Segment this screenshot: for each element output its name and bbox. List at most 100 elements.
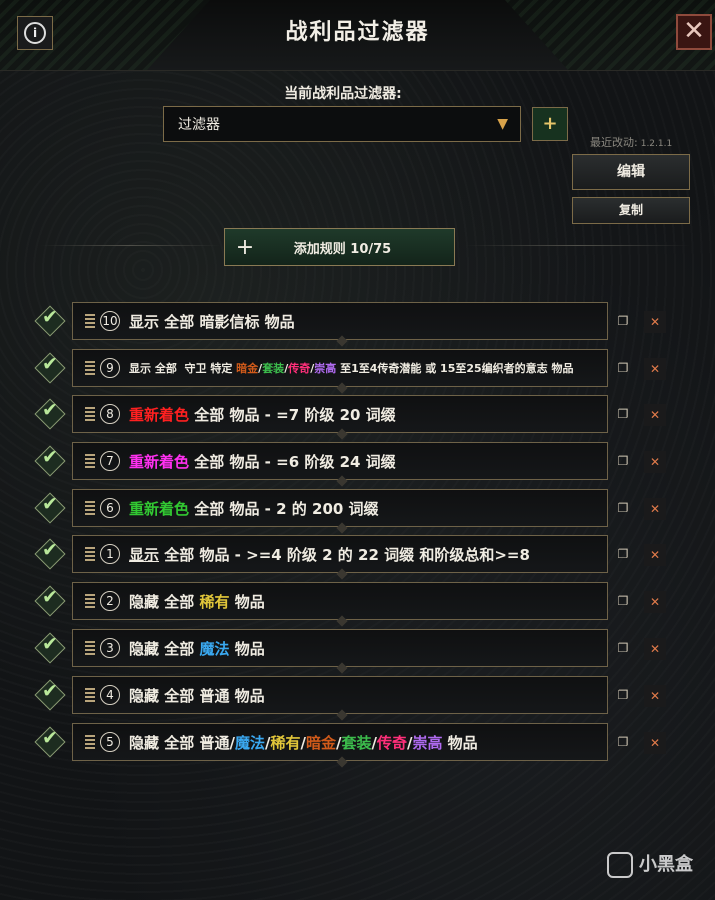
add-rule-button[interactable]: + 添加规则 10/75 <box>224 228 455 266</box>
copy-rule-icon[interactable]: ❐ <box>613 404 633 424</box>
rule-row: ✔ 3 隐藏 全部 魔法 物品 ❐ ✕ <box>0 629 715 667</box>
rule-enabled-checkbox[interactable]: ✔ <box>34 305 66 337</box>
rule-text-segment: 魔法 <box>234 733 265 752</box>
rule-text-segment: 魔法 <box>199 639 230 658</box>
rule-enabled-checkbox[interactable]: ✔ <box>34 726 66 758</box>
rule-enabled-checkbox[interactable]: ✔ <box>34 445 66 477</box>
copy-rule-icon[interactable]: ❐ <box>613 451 633 471</box>
rule-text-segment: 隐藏 全部 <box>129 592 200 611</box>
rule-description: 显示 全部 物品 - >=4 阶级 2 的 22 词缀 和阶级总和>=8 <box>129 544 530 565</box>
checkmark-icon: ✔ <box>42 586 58 608</box>
last-modified-label: 最近改动: <box>590 136 638 149</box>
copy-rule-icon[interactable]: ❐ <box>613 311 633 331</box>
version-text: 1.2.1.1 <box>640 139 673 149</box>
rule-bar[interactable]: 1 显示 全部 物品 - >=4 阶级 2 的 22 词缀 和阶级总和>=8 <box>72 535 608 573</box>
delete-rule-icon[interactable]: ✕ <box>644 311 666 333</box>
copy-rule-icon[interactable]: ❐ <box>613 544 633 564</box>
close-button[interactable]: ✕ <box>676 14 712 50</box>
drag-handle-icon[interactable] <box>85 407 95 421</box>
drag-handle-icon[interactable] <box>85 361 95 375</box>
delete-rule-icon[interactable]: ✕ <box>644 451 666 473</box>
rule-enabled-checkbox[interactable]: ✔ <box>34 538 66 570</box>
rule-description: 隐藏 全部 魔法 物品 <box>129 638 265 659</box>
rule-bar[interactable]: 3 隐藏 全部 魔法 物品 <box>72 629 608 667</box>
delete-rule-icon[interactable]: ✕ <box>644 638 666 660</box>
rule-priority-number: 10 <box>100 311 120 331</box>
rule-text-segment: 全部 物品 - =6 阶级 24 词缀 <box>189 452 396 471</box>
rule-text-segment: 物品 <box>229 592 265 611</box>
rule-text-segment: 套装 <box>262 362 285 375</box>
rule-text-segment: 全部 物品 - >=4 阶级 2 的 22 词缀 和阶级总和>=8 <box>159 545 530 564</box>
filter-select[interactable]: 过滤器 ▼ <box>163 106 521 142</box>
rule-bar[interactable]: 8 重新着色 全部 物品 - =7 阶级 20 词缀 <box>72 395 608 433</box>
delete-rule-icon[interactable]: ✕ <box>644 404 666 426</box>
drag-handle-icon[interactable] <box>85 641 95 655</box>
rule-enabled-checkbox[interactable]: ✔ <box>34 492 66 524</box>
rule-description: 隐藏 全部 普通/魔法/稀有/暗金/套装/传奇/崇高 物品 <box>129 732 478 753</box>
checkmark-icon: ✔ <box>42 680 58 702</box>
copy-rule-icon[interactable]: ❐ <box>613 498 633 518</box>
copy-rule-icon[interactable]: ❐ <box>613 685 633 705</box>
rule-row: ✔ 6 重新着色 全部 物品 - 2 的 200 词缀 ❐ ✕ <box>0 489 715 527</box>
add-rule-label: 添加规则 10/75 <box>293 241 392 257</box>
drag-handle-icon[interactable] <box>85 688 95 702</box>
rule-row: ✔ 4 隐藏 全部 普通 物品 ❐ ✕ <box>0 676 715 714</box>
rule-text-segment: 重新着色 <box>129 405 190 424</box>
rule-bar[interactable]: 7 重新着色 全部 物品 - =6 阶级 24 词缀 <box>72 442 608 480</box>
rule-text-segment: 显示 全部 暗影信标 物品 <box>129 312 295 331</box>
info-button[interactable]: i <box>17 16 53 50</box>
rule-text-segment: 显示 全部 守卫 特定 <box>129 362 237 375</box>
rule-priority-number: 2 <box>100 591 120 611</box>
copy-rule-icon[interactable]: ❐ <box>613 358 633 378</box>
rule-row: ✔ 7 重新着色 全部 物品 - =6 阶级 24 词缀 ❐ ✕ <box>0 442 715 480</box>
delete-rule-icon[interactable]: ✕ <box>644 732 666 754</box>
current-filter-label: 当前战利品过滤器: <box>284 86 402 102</box>
rule-text-segment: 稀有 <box>199 592 230 611</box>
rule-enabled-checkbox[interactable]: ✔ <box>34 352 66 384</box>
drag-handle-icon[interactable] <box>85 594 95 608</box>
rule-enabled-checkbox[interactable]: ✔ <box>34 632 66 664</box>
rule-bar[interactable]: 6 重新着色 全部 物品 - 2 的 200 词缀 <box>72 489 608 527</box>
rule-priority-number: 8 <box>100 404 120 424</box>
delete-rule-icon[interactable]: ✕ <box>644 498 666 520</box>
rule-description: 隐藏 全部 普通 物品 <box>129 685 265 706</box>
copy-rule-icon[interactable]: ❐ <box>613 591 633 611</box>
rule-text-segment: 全部 物品 - 2 的 200 词缀 <box>189 499 379 518</box>
rule-bar[interactable]: 10 显示 全部 暗影信标 物品 <box>72 302 608 340</box>
divider-left <box>40 245 220 246</box>
rule-row: ✔ 2 隐藏 全部 稀有 物品 ❐ ✕ <box>0 582 715 620</box>
rule-bar[interactable]: 4 隐藏 全部 普通 物品 <box>72 676 608 714</box>
rule-row: ✔ 9 显示 全部 守卫 特定 暗金/套装/传奇/崇高 至1至4传奇潜能 或 15至… <box>0 349 715 387</box>
add-filter-button[interactable]: + <box>532 107 568 141</box>
close-icon: ✕ <box>683 16 705 46</box>
drag-handle-icon[interactable] <box>85 454 95 468</box>
delete-rule-icon[interactable]: ✕ <box>644 544 666 566</box>
drag-handle-icon[interactable] <box>85 547 95 561</box>
checkmark-icon: ✔ <box>42 539 58 561</box>
rule-enabled-checkbox[interactable]: ✔ <box>34 679 66 711</box>
rule-bar[interactable]: 2 隐藏 全部 稀有 物品 <box>72 582 608 620</box>
delete-rule-icon[interactable]: ✕ <box>644 591 666 613</box>
copy-rule-icon[interactable]: ❐ <box>613 732 633 752</box>
loot-filter-panel: 战利品过滤器 i ✕ 当前战利品过滤器: 过滤器 ▼ + 最近改动: 1.2.1.… <box>0 0 715 900</box>
rule-text-segment: 至1至4传奇潜能 或 15至25编织者的意志 物品 <box>336 362 574 375</box>
drag-handle-icon[interactable] <box>85 735 95 749</box>
rule-bar[interactable]: 9 显示 全部 守卫 特定 暗金/套装/传奇/崇高 至1至4传奇潜能 或 15至2… <box>72 349 608 387</box>
rule-bar[interactable]: 5 隐藏 全部 普通/魔法/稀有/暗金/套装/传奇/崇高 物品 <box>72 723 608 761</box>
rule-enabled-checkbox[interactable]: ✔ <box>34 585 66 617</box>
drag-handle-icon[interactable] <box>85 501 95 515</box>
rule-priority-number: 6 <box>100 498 120 518</box>
rule-text-segment: 重新着色 <box>129 499 190 518</box>
rule-priority-number: 3 <box>100 638 120 658</box>
rule-enabled-checkbox[interactable]: ✔ <box>34 398 66 430</box>
title-bar: 战利品过滤器 i ✕ <box>0 0 715 71</box>
rule-text-segment: 传奇 <box>288 362 311 375</box>
delete-rule-icon[interactable]: ✕ <box>644 358 666 380</box>
rule-text-segment: 物品 <box>442 733 478 752</box>
delete-rule-icon[interactable]: ✕ <box>644 685 666 707</box>
drag-handle-icon[interactable] <box>85 314 95 328</box>
copy-button[interactable]: 复制 <box>572 197 690 224</box>
rule-description: 重新着色 全部 物品 - 2 的 200 词缀 <box>129 498 379 519</box>
copy-rule-icon[interactable]: ❐ <box>613 638 633 658</box>
edit-button[interactable]: 编辑 <box>572 154 690 190</box>
